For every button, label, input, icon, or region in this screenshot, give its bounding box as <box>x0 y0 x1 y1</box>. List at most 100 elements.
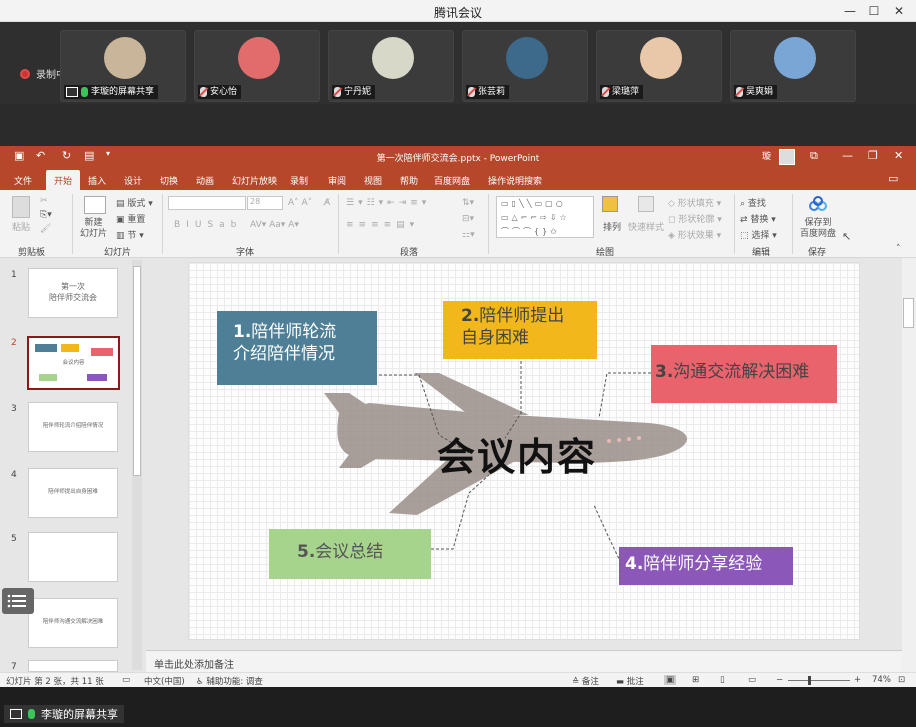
item-2-box[interactable]: 2.陪伴师提出 自身困难 <box>443 301 597 359</box>
thumbs-scrollbar[interactable] <box>132 260 142 670</box>
zoom-slider[interactable] <box>788 680 850 681</box>
quick-styles-button[interactable]: 快速样式 <box>628 220 664 233</box>
tab-2[interactable]: 插入 <box>82 172 112 189</box>
outline-button[interactable] <box>2 588 34 614</box>
grow-font-icon[interactable]: A˄ A˅ <box>288 198 312 208</box>
slide-thumbnail[interactable]: 陪伴师轮流介绍陪伴情况 <box>28 402 118 452</box>
replace-button[interactable]: ⇄ 替换 ▾ <box>740 212 776 225</box>
smartart-icon[interactable]: ⚏▾ <box>462 230 475 240</box>
fit-slide-icon[interactable]: ⊡ <box>898 675 905 685</box>
arrange-icon[interactable] <box>602 196 618 212</box>
maximize-button[interactable]: ☐ <box>864 2 884 20</box>
participant-tile[interactable]: 梁璐萍 <box>596 30 722 102</box>
baidu-netdisk-icon[interactable] <box>808 196 828 212</box>
accessibility-status[interactable]: ♿ 辅助功能: 调查 <box>196 675 263 687</box>
spacing-icon[interactable]: AV▾ Aa▾ A▾ <box>250 220 299 230</box>
participant-tile[interactable]: 张芸莉 <box>462 30 588 102</box>
participant-tile[interactable]: 吴爽娟 <box>730 30 856 102</box>
zoom-in-icon[interactable]: + <box>854 675 861 685</box>
slide-thumbnail[interactable]: 会议内容 <box>27 336 120 390</box>
cut-icon[interactable]: ✂ <box>40 196 48 206</box>
paste-button[interactable]: 粘贴 <box>12 220 30 233</box>
tab-12[interactable]: 操作说明搜索 <box>482 172 548 189</box>
close-button[interactable]: ✕ <box>889 2 909 20</box>
slide-thumbnail[interactable] <box>28 532 118 582</box>
notes-toggle[interactable]: ≙ 备注 <box>572 675 599 687</box>
list-icons[interactable]: ☰▾☷▾⇤⇥≡▾ <box>346 198 430 208</box>
paste-icon[interactable] <box>12 196 30 218</box>
tab-11[interactable]: 百度网盘 <box>428 172 476 189</box>
slide-thumbnail[interactable]: 陪伴师沟通交流解决困难 <box>28 598 118 648</box>
font-size-box[interactable]: 28 <box>247 196 283 210</box>
select-button[interactable]: ⬚ 选择 ▾ <box>740 228 777 241</box>
arrange-button[interactable]: 排列 <box>603 220 621 233</box>
slide-thumbnail[interactable]: 第一次 陪伴师交流会 <box>28 268 118 318</box>
zoom-level[interactable]: 74% <box>872 675 891 685</box>
quick-styles-icon[interactable] <box>638 196 654 212</box>
notes-pane[interactable]: 单击此处添加备注 <box>146 650 902 672</box>
participant-tile[interactable]: 李璇的屏幕共享 <box>60 30 186 102</box>
item-3-box[interactable]: 3.沟通交流解决困难 <box>651 345 837 403</box>
font-name-box[interactable] <box>168 196 246 210</box>
ribbon-tabs: ▭ 文件 开始 插入 设计 切换 动画 幻灯片放映 录制 审阅 视图 帮助 百度网盘 操作说明搜索 <box>0 168 916 191</box>
clear-format-icon[interactable]: A̸ <box>324 198 330 208</box>
screen-share-indicator[interactable]: 李璇的屏幕共享 <box>4 705 124 723</box>
align-text-icon[interactable]: ⊟▾ <box>462 214 474 224</box>
zoom-slider-thumb[interactable] <box>808 676 811 685</box>
slide-thumbnail[interactable]: 陪伴师提出自身困难 <box>28 468 118 518</box>
ribbon-display-icon[interactable]: ⧉ <box>810 149 818 163</box>
tab-10[interactable]: 帮助 <box>394 172 424 189</box>
find-button[interactable]: ⌕ 查找 <box>740 196 766 209</box>
tab-9[interactable]: 视图 <box>358 172 388 189</box>
sorter-view-icon[interactable]: ⊞ <box>692 675 699 685</box>
shape-outline-button[interactable]: ◻ 形状轮廓 ▾ <box>668 212 722 225</box>
ppt-restore-icon[interactable]: ❐ <box>868 149 878 162</box>
format-painter-icon[interactable]: 🖌 <box>40 224 51 234</box>
layout-button[interactable]: ▤ 版式 ▾ <box>116 196 153 209</box>
tab-6[interactable]: 幻灯片放映 <box>226 172 283 189</box>
participant-tile[interactable]: 安心怡 <box>194 30 320 102</box>
ppt-close-icon[interactable]: ✕ <box>894 149 903 162</box>
new-slide-button[interactable]: 新建 幻灯片 <box>80 218 107 240</box>
slideshow-view-icon[interactable]: ▭ <box>748 675 756 685</box>
user-avatar[interactable] <box>779 149 795 165</box>
comment-icon[interactable]: ▭ <box>888 172 898 185</box>
user-initial[interactable]: 璇 <box>762 149 771 162</box>
center-title[interactable]: 会议内容 <box>437 433 597 482</box>
copy-icon[interactable]: ⎘▾ <box>40 210 52 220</box>
save-to-netdisk-button[interactable]: 保存到 百度网盘 <box>800 218 836 240</box>
section-button[interactable]: ▥ 节 ▾ <box>116 228 144 241</box>
tab-4[interactable]: 切换 <box>154 172 184 189</box>
text-direction-icon[interactable]: ⇅▾ <box>462 198 474 208</box>
zoom-out-icon[interactable]: − <box>776 675 783 685</box>
mic-muted-icon <box>602 87 609 97</box>
tab-1[interactable]: 开始 <box>46 170 81 191</box>
slide-2[interactable]: 1.陪伴师轮流 介绍陪伴情况 2.陪伴师提出 自身困难 3.沟通交流解决困难 4… <box>188 262 860 640</box>
item-4-box[interactable]: 4.陪伴师分享经验 <box>619 547 793 585</box>
shape-effects-button[interactable]: ◈ 形状效果 ▾ <box>668 228 721 241</box>
ppt-minimize-icon[interactable]: — <box>842 149 853 162</box>
tab-0[interactable]: 文件 <box>8 172 38 189</box>
font-style-icons[interactable]: BIUSab <box>174 220 242 230</box>
tab-3[interactable]: 设计 <box>118 172 148 189</box>
normal-view-icon[interactable]: ▣ <box>664 675 677 685</box>
comments-toggle[interactable]: ▬ 批注 <box>616 675 644 687</box>
shape-fill-button[interactable]: ◇ 形状填充 ▾ <box>668 196 721 209</box>
tab-8[interactable]: 审阅 <box>322 172 352 189</box>
canvas-scrollbar[interactable] <box>902 258 916 672</box>
spellcheck-icon[interactable]: ▭ <box>122 675 130 685</box>
minimize-button[interactable]: — <box>840 2 860 20</box>
language[interactable]: 中文(中国) <box>144 675 185 687</box>
tab-7[interactable]: 录制 <box>284 172 314 189</box>
collapse-ribbon-icon[interactable]: ˄ <box>896 244 901 254</box>
tab-5[interactable]: 动画 <box>190 172 220 189</box>
slide-thumbnail[interactable] <box>28 660 118 672</box>
align-icons[interactable]: ≡≡≡≡▤▾ <box>346 220 419 230</box>
participant-tile[interactable]: 宁丹妮 <box>328 30 454 102</box>
reset-button[interactable]: ▣ 重置 <box>116 212 145 225</box>
item-5-box[interactable]: 5.会议总结 <box>269 529 431 579</box>
reading-view-icon[interactable]: ▯ <box>720 675 725 685</box>
item-1-box[interactable]: 1.陪伴师轮流 介绍陪伴情况 <box>217 311 377 385</box>
shapes-gallery[interactable]: ▭▯╲╲▭▢○ ▭△⌐⌐⇨⇩☆ ⌒⌒⌒{}✩ <box>496 196 594 238</box>
new-slide-icon[interactable] <box>84 196 106 214</box>
